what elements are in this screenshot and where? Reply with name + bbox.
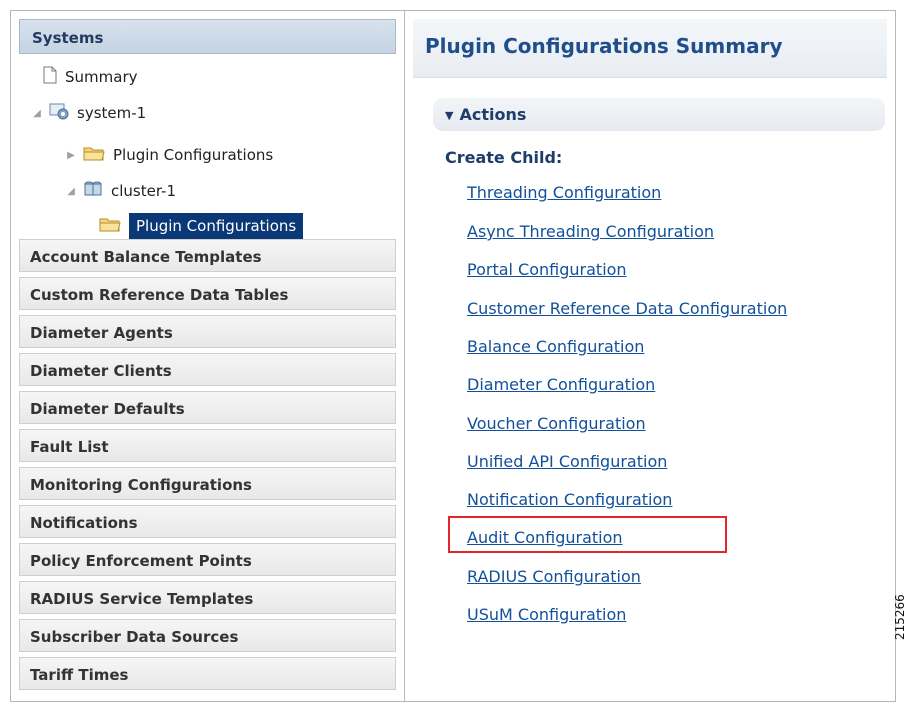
section-label: RADIUS Service Templates [30, 590, 254, 608]
section-subscriber-data-sources[interactable]: Subscriber Data Sources [19, 619, 396, 652]
section-diameter-agents[interactable]: Diameter Agents [19, 315, 396, 348]
link-unified-api-configuration[interactable]: Unified API Configuration [467, 452, 667, 471]
chevron-down-icon: ▼ [445, 109, 454, 122]
right-panel: Plugin Configurations Summary ▼ Actions C… [405, 11, 895, 701]
link-balance-configuration[interactable]: Balance Configuration [467, 337, 644, 356]
create-child-label: Create Child: [445, 148, 563, 167]
tree-item-system-1[interactable]: ◢ system-1 [31, 100, 146, 126]
systems-tree: Summary ◢ system-1 ▶ Plugin Configuratio… [19, 54, 396, 239]
tree-item-plugin-configurations[interactable]: ▶ Plugin Configurations [65, 142, 273, 168]
link-async-threading-configuration[interactable]: Async Threading Configuration [467, 222, 714, 241]
link-diameter-configuration[interactable]: Diameter Configuration [467, 375, 655, 394]
section-label: Diameter Clients [30, 362, 172, 380]
actions-label: ▼ Actions [445, 105, 526, 124]
tree-label-summary: Summary [65, 68, 138, 86]
system-icon [49, 102, 69, 124]
section-radius-service-templates[interactable]: RADIUS Service Templates [19, 581, 396, 614]
section-monitoring-configurations[interactable]: Monitoring Configurations [19, 467, 396, 500]
link-radius-configuration[interactable]: RADIUS Configuration [467, 567, 641, 586]
tree-label-plugin-configurations-selected: Plugin Configurations [129, 213, 304, 239]
cluster-icon [83, 180, 103, 202]
section-label: Monitoring Configurations [30, 476, 252, 494]
section-label: Account Balance Templates [30, 248, 262, 266]
link-customer-reference-data-configuration[interactable]: Customer Reference Data Configuration [467, 299, 787, 318]
tree-item-cluster-1[interactable]: ◢ cluster-1 [65, 178, 176, 204]
link-notification-configuration[interactable]: Notification Configuration [467, 490, 672, 509]
section-label: Tariff Times [30, 666, 129, 684]
tree-item-summary[interactable]: Summary [43, 64, 138, 90]
expanded-icon[interactable]: ◢ [65, 186, 77, 197]
section-notifications[interactable]: Notifications [19, 505, 396, 538]
section-fault-list[interactable]: Fault List [19, 429, 396, 462]
section-label: Diameter Defaults [30, 400, 185, 418]
section-label: Subscriber Data Sources [30, 628, 239, 646]
document-icon [43, 66, 57, 88]
link-voucher-configuration[interactable]: Voucher Configuration [467, 414, 646, 433]
tree-item-plugin-configurations-selected[interactable]: Plugin Configurations [99, 213, 304, 239]
page-title: Plugin Configurations Summary [425, 34, 783, 58]
link-usum-configuration[interactable]: USuM Configuration [467, 605, 626, 624]
tree-label-system-1: system-1 [77, 104, 147, 122]
collapsed-icon[interactable]: ▶ [65, 150, 77, 161]
section-label: Policy Enforcement Points [30, 552, 252, 570]
expanded-icon[interactable]: ◢ [31, 108, 43, 119]
main-window: Systems Summary ◢ system-1 ▶ Plugin Conf… [10, 10, 896, 702]
actions-section-header[interactable]: ▼ Actions [433, 98, 885, 131]
systems-header[interactable]: Systems [19, 19, 396, 54]
section-label: Fault List [30, 438, 109, 456]
actions-text: Actions [459, 105, 527, 124]
tree-label-cluster-1: cluster-1 [111, 182, 177, 200]
section-diameter-defaults[interactable]: Diameter Defaults [19, 391, 396, 424]
section-policy-enforcement-points[interactable]: Policy Enforcement Points [19, 543, 396, 576]
link-threading-configuration[interactable]: Threading Configuration [467, 183, 661, 202]
folder-icon [83, 145, 105, 165]
link-audit-configuration[interactable]: Audit Configuration [467, 528, 623, 547]
section-diameter-clients[interactable]: Diameter Clients [19, 353, 396, 386]
section-custom-reference-data-tables[interactable]: Custom Reference Data Tables [19, 277, 396, 310]
link-portal-configuration[interactable]: Portal Configuration [467, 260, 627, 279]
section-account-balance-templates[interactable]: Account Balance Templates [19, 239, 396, 272]
section-label: Custom Reference Data Tables [30, 286, 289, 304]
tree-label-plugin-configurations: Plugin Configurations [113, 146, 274, 164]
section-label: Diameter Agents [30, 324, 173, 342]
left-panel: Systems Summary ◢ system-1 ▶ Plugin Conf… [11, 11, 405, 701]
folder-icon [99, 216, 121, 236]
section-label: Notifications [30, 514, 138, 532]
figure-number: 215266 [893, 594, 907, 640]
systems-title: Systems [32, 29, 104, 47]
summary-header: Plugin Configurations Summary [413, 19, 887, 78]
section-tariff-times[interactable]: Tariff Times [19, 657, 396, 690]
